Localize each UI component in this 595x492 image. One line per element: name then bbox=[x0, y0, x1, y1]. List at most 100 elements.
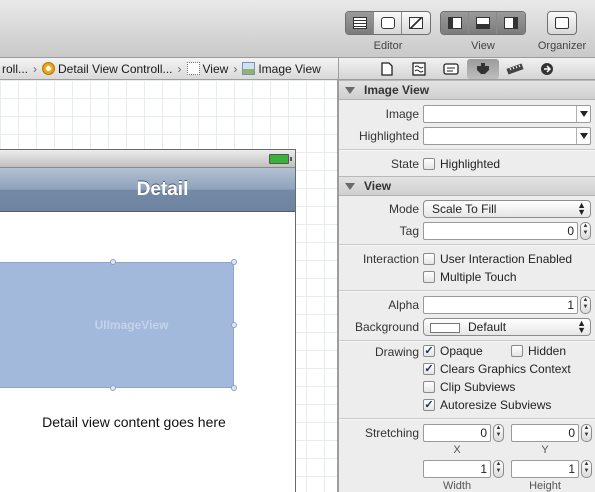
checkbox-box[interactable] bbox=[423, 271, 435, 283]
jump-bar: roll... › Detail View Controll... › View… bbox=[0, 58, 338, 80]
mode-row: Mode Scale To Fill ▲ ▼ bbox=[339, 198, 595, 220]
jumpbar-item-view[interactable]: View bbox=[185, 62, 231, 76]
opaque-checkbox[interactable]: ✓ Opaque bbox=[423, 344, 483, 358]
view-label: View bbox=[471, 40, 495, 52]
nav-bar-title[interactable]: Detail bbox=[107, 179, 189, 201]
standard-editor-icon bbox=[352, 17, 367, 29]
stretching-row-wh: 1 ▲ ▼ 1 ▲ ▼ bbox=[339, 458, 595, 480]
combobox-dropdown-button[interactable] bbox=[576, 106, 590, 122]
stretch-y-stepper[interactable]: ▲ ▼ bbox=[581, 424, 592, 442]
combobox-dropdown-button[interactable] bbox=[576, 128, 590, 144]
debug-area-toggle-button[interactable] bbox=[469, 12, 497, 34]
stretch-height-stepper[interactable]: ▲ ▼ bbox=[581, 460, 592, 478]
quick-help-inspector-tab[interactable] bbox=[403, 59, 435, 79]
state-label: State bbox=[390, 157, 419, 171]
tag-field[interactable]: 0 bbox=[423, 222, 578, 240]
multiple-touch-row: Multiple Touch bbox=[339, 270, 595, 288]
assistant-editor-button[interactable] bbox=[374, 12, 402, 34]
detail-content-label[interactable]: Detail view content goes here bbox=[0, 414, 268, 430]
image-view-icon bbox=[242, 62, 256, 75]
alpha-stepper[interactable]: ▲ ▼ bbox=[580, 296, 591, 314]
checkbox-box[interactable] bbox=[511, 345, 523, 357]
storyboard-canvas[interactable]: Detail UIImageView Detail view content g… bbox=[0, 80, 338, 492]
stretch-width-field[interactable]: 1 bbox=[423, 460, 491, 478]
resize-handle-bottom[interactable] bbox=[110, 385, 116, 391]
version-editor-icon bbox=[409, 17, 423, 29]
stretch-width-stepper[interactable]: ▲ ▼ bbox=[493, 460, 504, 478]
organizer-button[interactable] bbox=[548, 12, 576, 34]
stretch-x-field[interactable]: 0 bbox=[423, 424, 491, 442]
autoresize-subviews-checkbox[interactable]: ✓ Autoresize Subviews bbox=[423, 398, 551, 412]
view-section-header[interactable]: View bbox=[339, 176, 595, 196]
user-interaction-checkbox[interactable]: User Interaction Enabled bbox=[423, 252, 572, 266]
checkbox-label: Multiple Touch bbox=[440, 270, 517, 284]
hidden-checkbox[interactable]: Hidden bbox=[511, 344, 566, 358]
jumpbar-item-detail-view-controller[interactable]: Detail View Controll... bbox=[40, 62, 175, 76]
clears-graphics-context-checkbox[interactable]: ✓ Clears Graphics Context bbox=[423, 362, 571, 376]
version-editor-button[interactable] bbox=[402, 12, 430, 34]
battery-icon bbox=[269, 154, 292, 164]
checkbox-label: Autoresize Subviews bbox=[440, 398, 552, 412]
arrow-circle-icon bbox=[541, 62, 553, 75]
disclosure-triangle-icon bbox=[345, 86, 355, 94]
checkbox-box[interactable] bbox=[423, 381, 435, 393]
organizer-label: Organizer bbox=[537, 40, 587, 52]
left-panel-icon bbox=[447, 17, 462, 29]
tag-stepper[interactable]: ▲ ▼ bbox=[580, 222, 591, 240]
chevron-right-icon: › bbox=[233, 61, 238, 76]
multiple-touch-checkbox[interactable]: Multiple Touch bbox=[423, 270, 517, 284]
checkbox-label: Hidden bbox=[528, 344, 567, 358]
editor-label: Editor bbox=[373, 40, 403, 52]
image-view-section-header[interactable]: Image View bbox=[339, 80, 595, 100]
checkbox-box[interactable]: ✓ bbox=[423, 399, 435, 411]
chevron-down-icon bbox=[579, 111, 588, 117]
view-segmented-control bbox=[440, 11, 526, 35]
connections-inspector-tab[interactable] bbox=[531, 59, 563, 79]
resize-handle-top[interactable] bbox=[110, 259, 116, 265]
stretch-y-field[interactable]: 0 bbox=[511, 424, 579, 442]
image-combobox[interactable] bbox=[423, 105, 591, 123]
divider bbox=[339, 244, 595, 246]
editor-segmented-control bbox=[345, 11, 431, 35]
highlighted-checkbox[interactable]: Highlighted bbox=[423, 157, 500, 171]
file-inspector-tab[interactable] bbox=[371, 59, 403, 79]
identity-icon bbox=[443, 62, 459, 75]
background-color-popup[interactable]: Default ▲ ▼ bbox=[423, 318, 591, 336]
checkbox-box[interactable]: ✓ bbox=[423, 363, 435, 375]
identity-inspector-tab[interactable] bbox=[435, 59, 467, 79]
alpha-field[interactable]: 1 bbox=[423, 296, 578, 314]
checkbox-label: Highlighted bbox=[440, 157, 501, 171]
content-mode-popup[interactable]: Scale To Fill ▲ ▼ bbox=[423, 200, 591, 218]
resize-handle-right[interactable] bbox=[231, 322, 237, 328]
jumpbar-item-image-view[interactable]: Image View bbox=[240, 62, 322, 76]
stretch-x-stepper[interactable]: ▲ ▼ bbox=[493, 424, 504, 442]
checkbox-box[interactable] bbox=[423, 158, 435, 170]
tag-row: Tag 0 ▲ ▼ bbox=[339, 220, 595, 242]
checkbox-box[interactable]: ✓ bbox=[423, 345, 435, 357]
background-value: Default bbox=[468, 320, 507, 334]
section-title: Image View bbox=[364, 83, 430, 97]
stretching-wh-labels: Width Height bbox=[339, 480, 595, 492]
size-inspector-tab[interactable] bbox=[499, 59, 531, 79]
clip-subviews-row: Clip Subviews bbox=[339, 380, 595, 398]
resize-handle-top-right[interactable] bbox=[231, 259, 237, 265]
highlighted-image-combobox[interactable] bbox=[423, 127, 591, 145]
divider bbox=[339, 149, 595, 151]
standard-editor-button[interactable] bbox=[346, 12, 374, 34]
navigation-bar[interactable]: Detail bbox=[0, 168, 295, 212]
utilities-toggle-button[interactable] bbox=[497, 12, 525, 34]
jumpbar-item-storyboard[interactable]: roll... bbox=[0, 62, 30, 76]
updown-arrows-icon: ▲ ▼ bbox=[577, 200, 586, 217]
detail-view-scene[interactable]: Detail UIImageView Detail view content g… bbox=[0, 149, 296, 492]
inspector-selector-bar bbox=[338, 58, 595, 80]
navigator-toggle-button[interactable] bbox=[441, 12, 469, 34]
image-view-selected[interactable]: UIImageView bbox=[0, 259, 237, 391]
stretch-height-field[interactable]: 1 bbox=[511, 460, 579, 478]
image-label: Image bbox=[385, 107, 419, 121]
clip-subviews-checkbox[interactable]: Clip Subviews bbox=[423, 380, 515, 394]
attributes-inspector: Image View Image Highlighted State Highl… bbox=[338, 80, 595, 492]
checkbox-box[interactable] bbox=[423, 253, 435, 265]
autoresize-row: ✓ Autoresize Subviews bbox=[339, 398, 595, 416]
attributes-inspector-tab[interactable] bbox=[467, 58, 499, 79]
resize-handle-bottom-right[interactable] bbox=[231, 385, 237, 391]
